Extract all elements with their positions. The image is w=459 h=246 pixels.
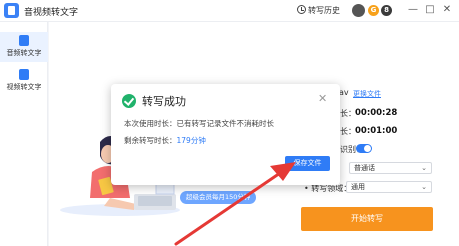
transcribe-success-dialog: 转写成功 ✕ 本次使用时长：已有转写记录文件不消耗时长 剩余转写时长：179分钟… (111, 84, 340, 185)
chevron-down-icon: ⌄ (421, 164, 427, 172)
recognition-toggle[interactable] (356, 144, 372, 153)
sidebar-item-video-to-text[interactable]: 视频转文字 (0, 66, 48, 96)
app-logo-icon (4, 3, 19, 18)
vip-badge-icon[interactable]: G (368, 5, 379, 16)
coin-badge-icon[interactable]: 8 (381, 5, 392, 16)
dialog-usage-text: 本次使用时长：已有转写记录文件不消耗时长 (124, 119, 274, 128)
language-select-value: 普通话 (354, 164, 375, 172)
domain-select-value: 通用 (351, 183, 365, 191)
remaining-value: 179分钟 (176, 136, 206, 145)
remaining-label: 剩余转写时长： (124, 136, 177, 145)
microphone-icon (19, 35, 29, 46)
check-circle-icon (122, 94, 136, 108)
app-title: 音视频转文字 (24, 8, 79, 18)
sidebar-item-label: 音频转文字 (6, 49, 42, 57)
start-transcribe-button[interactable]: 开始转写 (301, 207, 433, 231)
sidebar-item-label: 视频转文字 (6, 83, 42, 91)
video-camera-icon (19, 69, 29, 80)
title-bar: 音视频转文字 转写历史 G 8 — □ ✕ (0, 0, 459, 22)
minimize-button[interactable]: — (406, 3, 420, 17)
time-value: 00:01:00 (355, 126, 398, 136)
clock-icon (297, 5, 306, 14)
duration-value: 00:00:28 (355, 108, 398, 118)
maximize-button[interactable]: □ (423, 3, 437, 17)
close-window-button[interactable]: ✕ (440, 3, 454, 17)
dialog-remaining-text: 剩余转写时长：179分钟 (124, 135, 206, 146)
file-name: av (339, 88, 349, 97)
chevron-down-icon: ⌄ (421, 183, 427, 191)
avatar[interactable] (352, 4, 365, 17)
time-label: 长： (340, 127, 356, 136)
language-select[interactable]: 普通话 ⌄ (349, 162, 432, 174)
dialog-close-button[interactable]: ✕ (318, 92, 327, 105)
save-file-button[interactable]: 保存文件 (285, 156, 330, 171)
duration-label: 长： (340, 109, 356, 118)
history-label: 转写历史 (308, 6, 340, 15)
sidebar: 音频转文字 视频转文字 (0, 22, 48, 246)
sidebar-item-audio-to-text[interactable]: 音频转文字 (0, 32, 48, 62)
vip-promo-badge[interactable]: 超级会员每月150分钟 (180, 191, 257, 204)
change-file-link[interactable]: 更换文件 (353, 89, 381, 99)
domain-select[interactable]: 通用 ⌄ (346, 181, 432, 193)
dialog-title: 转写成功 (142, 95, 186, 108)
history-button[interactable]: 转写历史 (297, 5, 340, 16)
